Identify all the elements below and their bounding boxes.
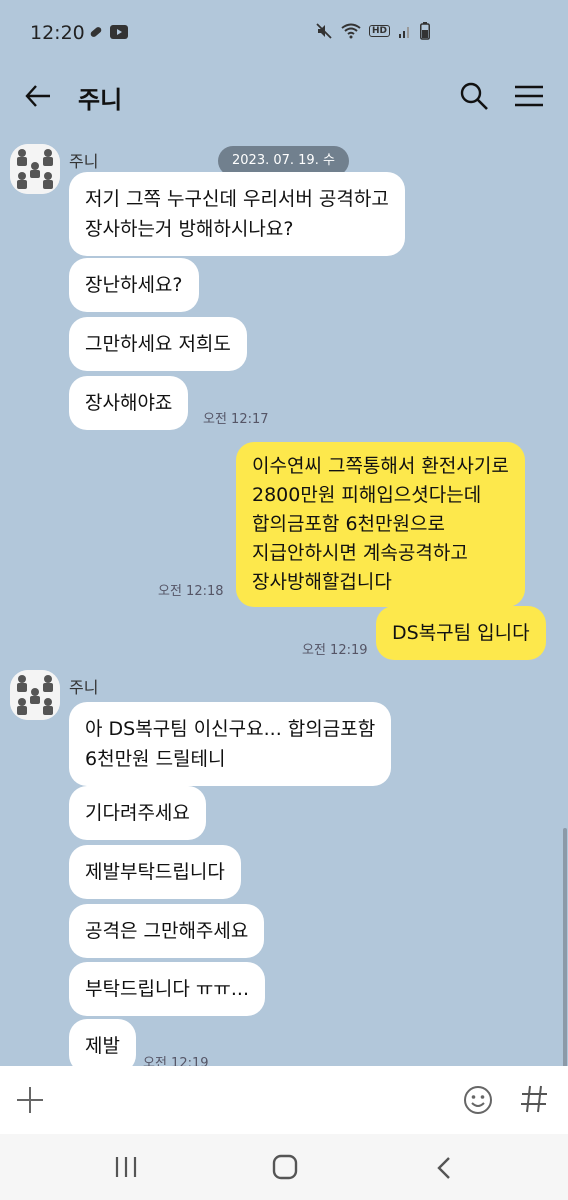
system-nav-bar	[0, 1134, 568, 1200]
pill-icon	[90, 27, 102, 37]
mute-icon	[316, 23, 332, 39]
message-bubble[interactable]: 장난하세요?	[69, 258, 199, 312]
menu-icon[interactable]	[512, 80, 546, 112]
sender-name: 주니	[69, 152, 99, 171]
avatar[interactable]	[10, 670, 60, 720]
back-arrow-icon[interactable]	[22, 80, 54, 112]
message-bubble[interactable]: DS복구팀 입니다	[376, 606, 546, 660]
status-time: 12:20	[30, 22, 85, 44]
input-bar	[0, 1066, 568, 1134]
message-bubble[interactable]: 이수연씨 그쪽통해서 환전사기로 2800만원 피해입으셧다는데 합의금포함 6…	[236, 442, 525, 607]
status-bar: 12:20 HD	[0, 0, 568, 62]
message-bubble[interactable]: 그만하세요 저희도	[69, 317, 247, 371]
wifi-icon	[341, 23, 361, 39]
message-bubble[interactable]: 제발부탁드립니다	[69, 845, 241, 899]
message-time: 오전 12:19	[143, 1056, 209, 1066]
youtube-icon	[110, 25, 128, 39]
signal-icon	[399, 27, 409, 38]
chat-header: 주니	[0, 62, 568, 128]
home-icon[interactable]	[270, 1152, 300, 1182]
message-bubble[interactable]: 제발	[69, 1019, 136, 1066]
message-time: 오전 12:19	[302, 643, 368, 658]
hash-icon[interactable]	[518, 1082, 550, 1116]
chat-area[interactable]: 주니 2023. 07. 19. 수 저기 그쪽 누구신데 우리서버 공격하고 …	[0, 128, 568, 1066]
back-icon[interactable]	[430, 1154, 458, 1182]
message-bubble[interactable]: 아 DS복구팀 이신구요... 합의금포함 6천만원 드릴테니	[69, 702, 392, 786]
message-time: 오전 12:17	[203, 412, 269, 427]
message-bubble[interactable]: 공격은 그만해주세요	[69, 904, 265, 958]
emoji-icon[interactable]	[462, 1084, 494, 1116]
battery-icon	[420, 22, 430, 40]
plus-icon[interactable]	[14, 1084, 46, 1116]
avatar[interactable]	[10, 144, 60, 194]
search-icon[interactable]	[458, 80, 490, 112]
message-bubble[interactable]: 기다려주세요	[69, 786, 206, 840]
message-bubble[interactable]: 저기 그쪽 누구신데 우리서버 공격하고 장사하는거 방해하시나요?	[69, 172, 405, 256]
scrollbar[interactable]	[563, 828, 567, 1066]
recent-apps-icon[interactable]	[112, 1154, 140, 1180]
message-bubble[interactable]: 장사해야죠	[69, 376, 189, 430]
message-time: 오전 12:18	[158, 584, 224, 599]
sender-name: 주니	[69, 678, 99, 697]
message-input[interactable]	[60, 1080, 440, 1120]
chat-title: 주니	[78, 86, 123, 114]
hd-badge: HD	[368, 25, 390, 37]
message-bubble[interactable]: 부탁드립니다 ㅠㅠ...	[69, 962, 265, 1016]
